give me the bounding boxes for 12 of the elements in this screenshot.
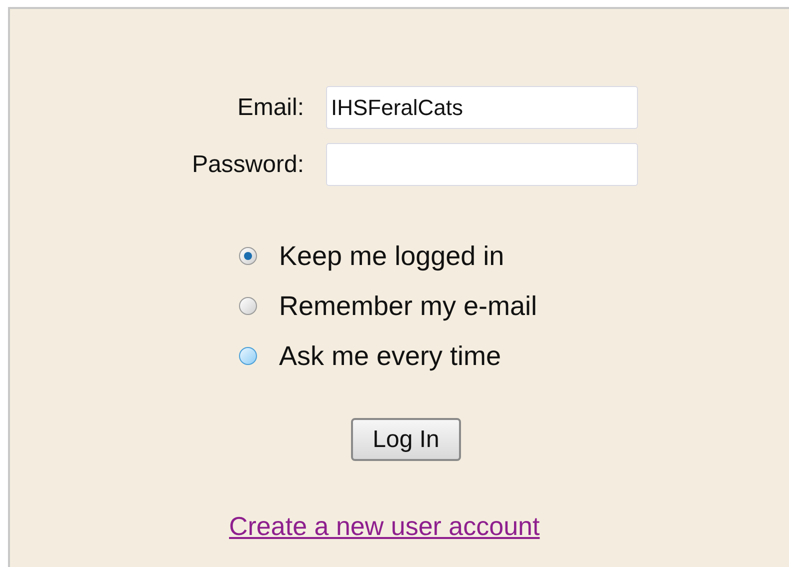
login-button[interactable]: Log In — [351, 418, 461, 461]
option-label: Ask me every time — [279, 340, 502, 372]
password-field[interactable] — [326, 143, 638, 186]
email-field[interactable]: IHSFeralCats — [326, 86, 638, 129]
option-label: Keep me logged in — [279, 240, 504, 272]
create-account-link[interactable]: Create a new user account — [229, 507, 540, 546]
radio-button[interactable] — [239, 347, 257, 365]
option-label: Remember my e-mail — [279, 290, 538, 322]
field-label: Email: — [236, 92, 305, 122]
radio-button[interactable] — [239, 247, 257, 265]
radio-button[interactable] — [239, 297, 257, 315]
field-label: Password: — [190, 150, 305, 180]
